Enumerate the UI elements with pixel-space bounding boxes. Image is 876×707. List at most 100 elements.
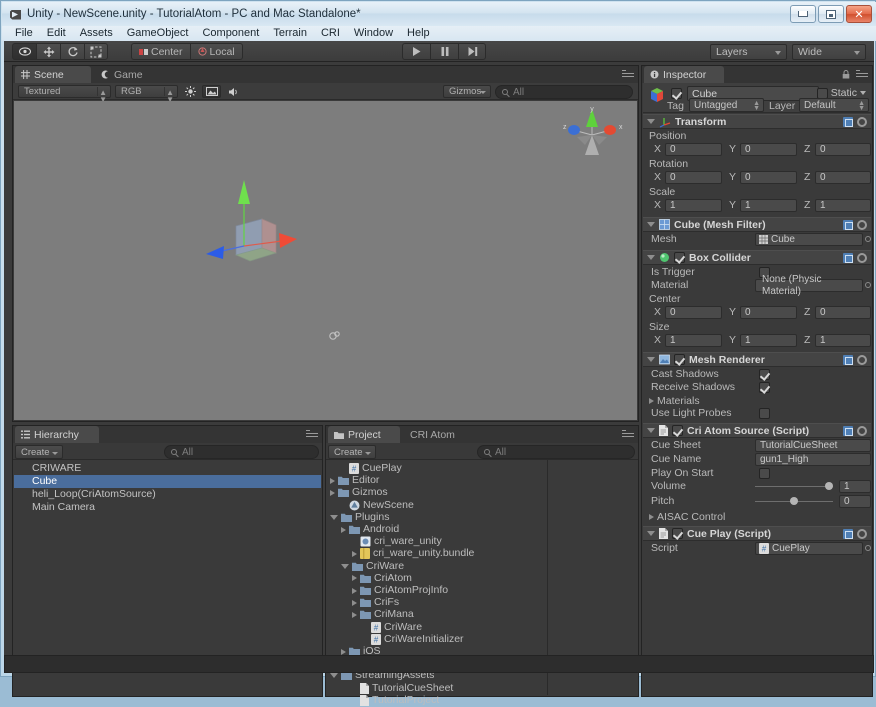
menu-help[interactable]: Help [400,26,437,41]
hierarchy-search-input[interactable]: All [164,445,319,459]
axis-x-field[interactable]: 1 [665,199,722,212]
menu-window[interactable]: Window [347,26,400,41]
foldout-row[interactable]: AISAC Control [649,511,725,523]
component-enabled-checkbox[interactable] [674,252,685,263]
axis-x-field[interactable]: 0 [665,171,722,184]
color-mode-dropdown[interactable]: RGB ▲ ▼ [115,85,178,104]
field-checkbox[interactable] [759,369,770,380]
chevron-right-icon[interactable] [649,514,654,520]
chevron-down-icon[interactable] [647,255,655,260]
project-tree-row[interactable]: Editor [330,474,379,487]
scene-search-input[interactable]: All [495,85,633,99]
component-enabled-checkbox[interactable] [672,528,683,539]
hand-tool-button[interactable] [12,43,36,60]
chevron-right-icon[interactable] [352,550,357,557]
layer-dropdown[interactable]: Default ▲ ▼ [799,98,869,112]
project-tree-row[interactable]: # CuePlay [341,462,402,475]
component-header[interactable]: Transform [643,114,871,129]
axis-x-field[interactable]: 1 [665,334,722,347]
menu-file[interactable]: File [8,26,40,41]
project-tree-row[interactable]: Android [341,523,399,536]
component-header[interactable]: Cri Atom Source (Script) [643,423,871,438]
chevron-right-icon[interactable] [330,489,335,496]
project-tree-row[interactable]: TutorialProject [352,694,439,707]
project-search-input[interactable]: All [477,445,635,459]
tab-scene[interactable]: Scene [15,66,91,83]
tab-game[interactable]: Game [95,66,157,83]
component-enabled-checkbox[interactable] [672,425,683,436]
field-slider[interactable] [755,480,833,493]
axis-z-field[interactable]: 1 [815,334,871,347]
menu-edit[interactable]: Edit [40,26,73,41]
axis-z-field[interactable]: 1 [815,199,871,212]
chevron-right-icon[interactable] [649,398,654,404]
project-tree-row[interactable]: cri_ware_unity.bundle [352,547,474,560]
chevron-right-icon[interactable] [352,575,357,582]
axis-y-field[interactable]: 0 [740,306,797,319]
pivot-mode-button[interactable]: Center [131,43,190,60]
scene-panel-menu-icon[interactable] [622,70,634,78]
field-object-value[interactable]: Cube [755,233,863,246]
layout-dropdown[interactable]: Wide [792,44,866,60]
rotate-tool-button[interactable] [60,43,84,60]
audio-toggle[interactable] [224,85,243,98]
gear-icon[interactable] [857,117,867,127]
fx-toggle[interactable] [202,85,221,98]
axis-y-field[interactable]: 0 [740,171,797,184]
project-tree-row[interactable]: CriAtomProjInfo [352,584,448,597]
lock-icon[interactable] [842,70,850,79]
hierarchy-item-criware[interactable]: CRIWARE [14,462,321,475]
chevron-right-icon[interactable] [341,526,346,533]
project-tree-row[interactable]: # CriWare [363,621,422,634]
chevron-down-icon[interactable] [341,563,349,569]
chevron-down-icon[interactable] [647,428,655,433]
chevron-right-icon[interactable] [352,599,357,606]
field-checkbox[interactable] [759,468,770,479]
component-header[interactable]: Cube (Mesh Filter) [643,217,871,232]
field-value[interactable]: 0 [839,495,871,508]
field-value[interactable]: gun1_High [755,453,871,466]
chevron-down-icon[interactable] [647,357,655,362]
gear-icon[interactable] [857,253,867,263]
component-header[interactable]: Box Collider [643,250,871,265]
close-button[interactable]: ✕ [846,5,872,23]
project-create-button[interactable]: Create [328,445,376,459]
hierarchy-item-heliloop[interactable]: heli_Loop(CriAtomSource) [14,488,321,501]
field-value[interactable]: TutorialCueSheet [755,439,871,452]
gear-icon[interactable] [857,426,867,436]
scene-orientation-gizmo[interactable]: y x z [555,105,629,165]
object-picker-icon[interactable] [865,282,871,288]
field-checkbox[interactable] [759,382,770,393]
menu-component[interactable]: Component [195,26,266,41]
chevron-right-icon[interactable] [352,587,357,594]
lighting-toggle[interactable] [181,85,200,98]
axis-y-field[interactable]: 1 [740,334,797,347]
tag-dropdown[interactable]: Untagged ▲ ▼ [689,98,764,112]
tab-inspector[interactable]: Inspector [644,66,724,83]
project-tree-row[interactable]: Plugins [330,511,389,524]
field-object-value[interactable]: None (Physic Material) [755,274,863,297]
help-icon[interactable] [843,355,853,365]
minimize-button[interactable] [790,5,816,23]
menu-terrain[interactable]: Terrain [266,26,314,41]
project-tree-row[interactable]: CriMana [352,608,414,621]
axis-x-field[interactable]: 0 [665,306,722,319]
draw-mode-dropdown[interactable]: Textured ▲ ▼ [18,85,111,104]
menu-assets[interactable]: Assets [73,26,120,41]
axis-z-field[interactable]: 0 [815,306,871,319]
project-tree-row[interactable]: TutorialCueSheet [352,682,453,695]
project-panel-menu-icon[interactable] [622,430,634,438]
move-tool-button[interactable] [36,43,60,60]
gear-icon[interactable] [857,220,867,230]
step-button[interactable] [458,43,486,60]
menu-gameobject[interactable]: GameObject [120,26,196,41]
project-tree-row[interactable]: CriFs [352,596,399,609]
project-tree-row[interactable]: NewScene [341,499,414,512]
inspector-panel-menu-icon[interactable] [856,70,868,78]
chevron-down-icon[interactable] [330,673,338,679]
object-picker-icon[interactable] [865,545,871,551]
scale-tool-button[interactable] [84,43,108,60]
axis-x-field[interactable]: 0 [665,143,722,156]
layers-dropdown[interactable]: Layers [710,44,787,60]
hierarchy-panel-menu-icon[interactable] [306,430,318,438]
